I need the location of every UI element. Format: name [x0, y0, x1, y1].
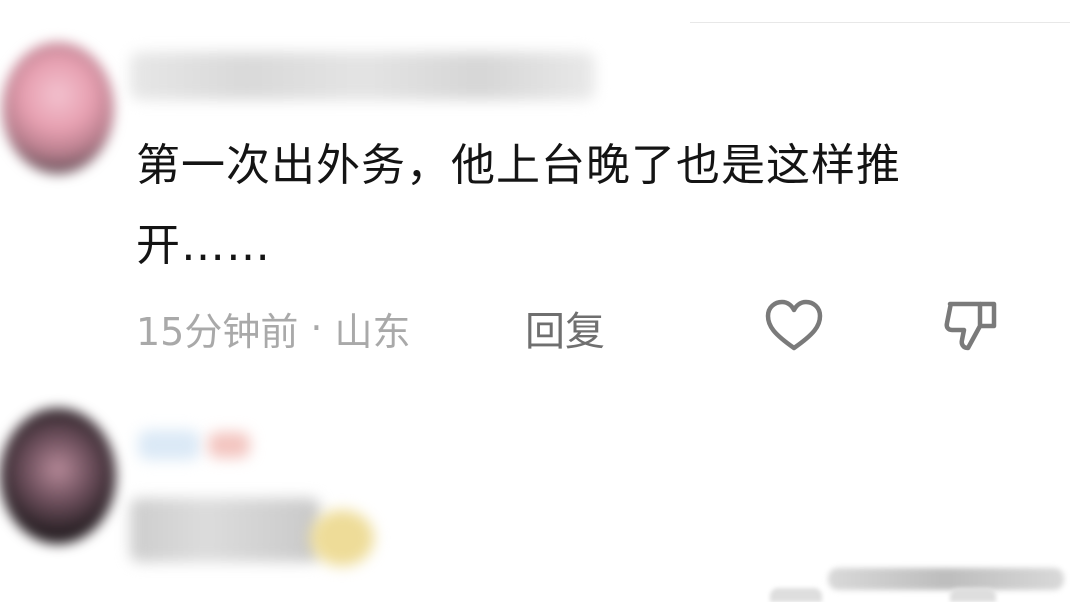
like-button[interactable] [764, 298, 824, 354]
thumbs-down-icon[interactable] [950, 588, 996, 602]
heart-icon[interactable] [770, 588, 822, 602]
watermark-blurred [828, 568, 1064, 590]
avatar[interactable] [2, 42, 114, 174]
dislike-button[interactable] [942, 298, 1000, 354]
thumbs-down-outline-icon [944, 301, 997, 351]
emoji-blurred [310, 510, 374, 566]
heart-outline-icon [765, 299, 823, 351]
comment-meta: 15分钟前 · 山东 [136, 302, 410, 354]
username-blurred[interactable] [130, 52, 595, 100]
meta-separator: · [310, 306, 323, 350]
avatar[interactable] [0, 408, 116, 544]
reply-button[interactable]: 回复 [525, 302, 605, 355]
username-badge-blurred [208, 432, 250, 458]
comment-location: 山东 [334, 309, 411, 354]
username-blurred[interactable] [138, 430, 200, 460]
comment-time: 15分钟前 [136, 309, 299, 354]
comment-text: 第一次出外务，他上台晚了也是这样推开…… [136, 140, 901, 271]
top-divider [690, 22, 1070, 23]
comment-text-blurred [130, 498, 320, 562]
